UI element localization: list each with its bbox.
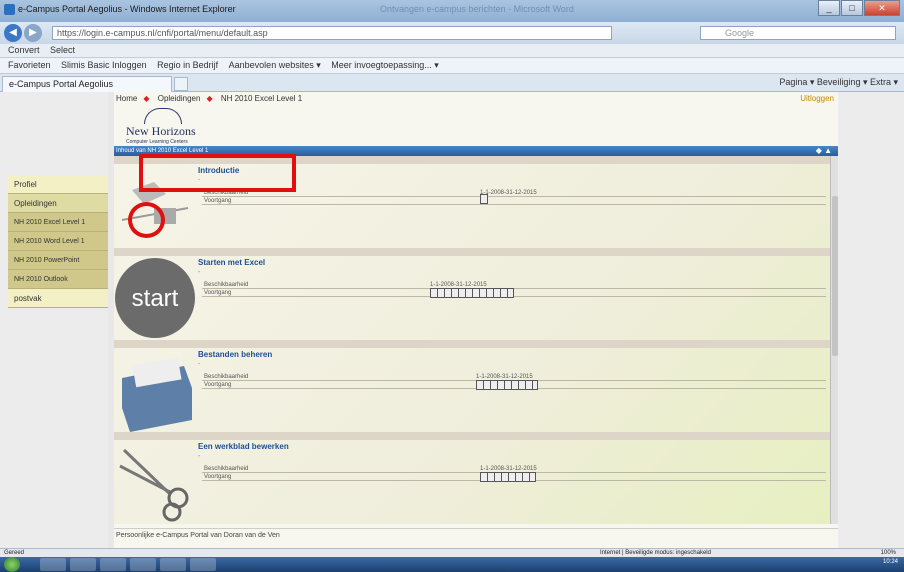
tab-active[interactable]: e-Campus Portal Aegolius xyxy=(2,76,172,92)
back-button[interactable]: ◀ xyxy=(4,24,22,42)
course-title[interactable]: Starten met Excel xyxy=(198,258,265,267)
fav-link-meer[interactable]: Meer invoegtoepassing... ▾ xyxy=(331,60,439,70)
title-bar: e-Campus Portal Aegolius - Windows Inter… xyxy=(0,0,904,22)
address-input[interactable]: https://login.e-campus.nl/cnfi/portal/me… xyxy=(52,26,612,40)
taskbar-explorer-icon[interactable] xyxy=(100,558,126,571)
menu-item-opleidingen[interactable]: Opleidingen xyxy=(8,194,108,213)
favorites-bar: Favorieten Slimis Basic Inloggen Regio i… xyxy=(0,58,904,74)
breadcrumb-home[interactable]: Home xyxy=(116,94,137,103)
forward-button[interactable]: ▶ xyxy=(24,24,42,42)
menu-item-profiel[interactable]: Profiel xyxy=(8,175,108,194)
progress-bar xyxy=(480,194,488,204)
menu-item-outlook[interactable]: NH 2010 Outlook xyxy=(8,270,108,289)
content-scrollbar[interactable] xyxy=(830,156,838,524)
svg-text:start: start xyxy=(132,285,179,312)
progress-bar xyxy=(476,380,538,390)
scissors-thumbnail xyxy=(119,448,189,522)
minimize-button[interactable]: _ xyxy=(818,0,840,16)
course-list: Introductie - Beschikbaarheid Voortgang … xyxy=(114,156,830,524)
new-horizons-logo: New Horizons Computer Learning Centers xyxy=(124,108,234,148)
fav-link-regio[interactable]: Regio in Bedrijf xyxy=(157,60,218,70)
fav-link-slimis[interactable]: Slimis Basic Inloggen xyxy=(61,60,147,70)
course-title[interactable]: Bestanden beheren xyxy=(198,350,272,359)
browser-window: e-Campus Portal Aegolius - Windows Inter… xyxy=(0,0,904,572)
address-bar-row: ◀ ▶ https://login.e-campus.nl/cnfi/porta… xyxy=(0,22,904,44)
convert-button[interactable]: Convert xyxy=(8,45,40,55)
start-thumbnail: start xyxy=(115,258,195,338)
progress-bar xyxy=(480,472,536,482)
progress-bar xyxy=(430,288,514,298)
close-button[interactable]: ✕ xyxy=(864,0,900,16)
ie-icon xyxy=(4,4,15,15)
maximize-button[interactable]: □ xyxy=(841,0,863,16)
left-gutter xyxy=(0,92,108,548)
course-row[interactable]: start Starten met Excel - Beschikbaarhei… xyxy=(114,248,830,340)
breadcrumb-course[interactable]: NH 2010 Excel Level 1 xyxy=(221,94,302,103)
right-gutter xyxy=(838,92,904,548)
page-viewport: Profiel Opleidingen NH 2010 Excel Level … xyxy=(0,92,904,548)
search-input[interactable]: Google xyxy=(700,26,896,40)
logout-link[interactable]: Uitloggen xyxy=(800,94,834,103)
card-box-thumbnail xyxy=(122,357,192,432)
fav-link-aanbevolen[interactable]: Aanbevolen websites ▾ xyxy=(229,60,321,70)
course-title[interactable]: Een werkblad bewerken xyxy=(198,442,289,451)
menu-item-postvak[interactable]: postvak xyxy=(8,289,108,308)
taskbar-media-icon[interactable] xyxy=(70,558,96,571)
menu-item-powerpoint[interactable]: NH 2010 PowerPoint xyxy=(8,251,108,270)
taskbar-word-icon[interactable] xyxy=(160,558,186,571)
breadcrumb: Home ◆ Opleidingen ◆ NH 2010 Excel Level 1 xyxy=(116,94,303,103)
highlight-box-annotation xyxy=(139,154,296,192)
breadcrumb-opleidingen[interactable]: Opleidingen xyxy=(158,94,201,103)
nav-arrows-icon[interactable]: ◆ ▲ xyxy=(816,146,832,156)
course-row[interactable]: Bestanden beheren - Beschikbaarheid Voor… xyxy=(114,340,830,432)
scrollbar-thumb[interactable] xyxy=(832,196,838,356)
tab-bar: e-Campus Portal Aegolius Pagina ▾ Beveil… xyxy=(0,74,904,92)
taskbar-ie-icon[interactable] xyxy=(40,558,66,571)
command-bar: Convert Select xyxy=(0,44,904,58)
window-title: e-Campus Portal Aegolius - Windows Inter… xyxy=(18,4,236,14)
menu-item-excel[interactable]: NH 2010 Excel Level 1 xyxy=(8,213,108,232)
status-bar: Gereed Internet | Beveiligde modus: inge… xyxy=(0,548,904,557)
select-button[interactable]: Select xyxy=(50,45,75,55)
taskbar-excel-icon[interactable] xyxy=(190,558,216,571)
highlight-circle-annotation xyxy=(128,202,165,238)
menu-item-word[interactable]: NH 2010 Word Level 1 xyxy=(8,232,108,251)
page-tools-menu[interactable]: Pagina ▾ Beveiliging ▾ Extra ▾ xyxy=(779,77,898,88)
side-menu: Profiel Opleidingen NH 2010 Excel Level … xyxy=(8,175,108,308)
course-row[interactable]: Een werkblad bewerken - Beschikbaarheid … xyxy=(114,432,830,524)
portal-footer: Persoonlijke e-Campus Portal van Doran v… xyxy=(114,528,838,542)
windows-taskbar: 10:24 xyxy=(0,557,904,572)
background-window-title: Ontvangen e-campus berichten - Microsoft… xyxy=(380,4,574,14)
start-orb-icon[interactable] xyxy=(4,557,20,572)
favorites-button[interactable]: Favorieten xyxy=(8,60,51,70)
taskbar-folder-icon[interactable] xyxy=(130,558,156,571)
system-clock: 10:24 xyxy=(882,559,898,565)
new-tab-button[interactable] xyxy=(174,77,188,91)
